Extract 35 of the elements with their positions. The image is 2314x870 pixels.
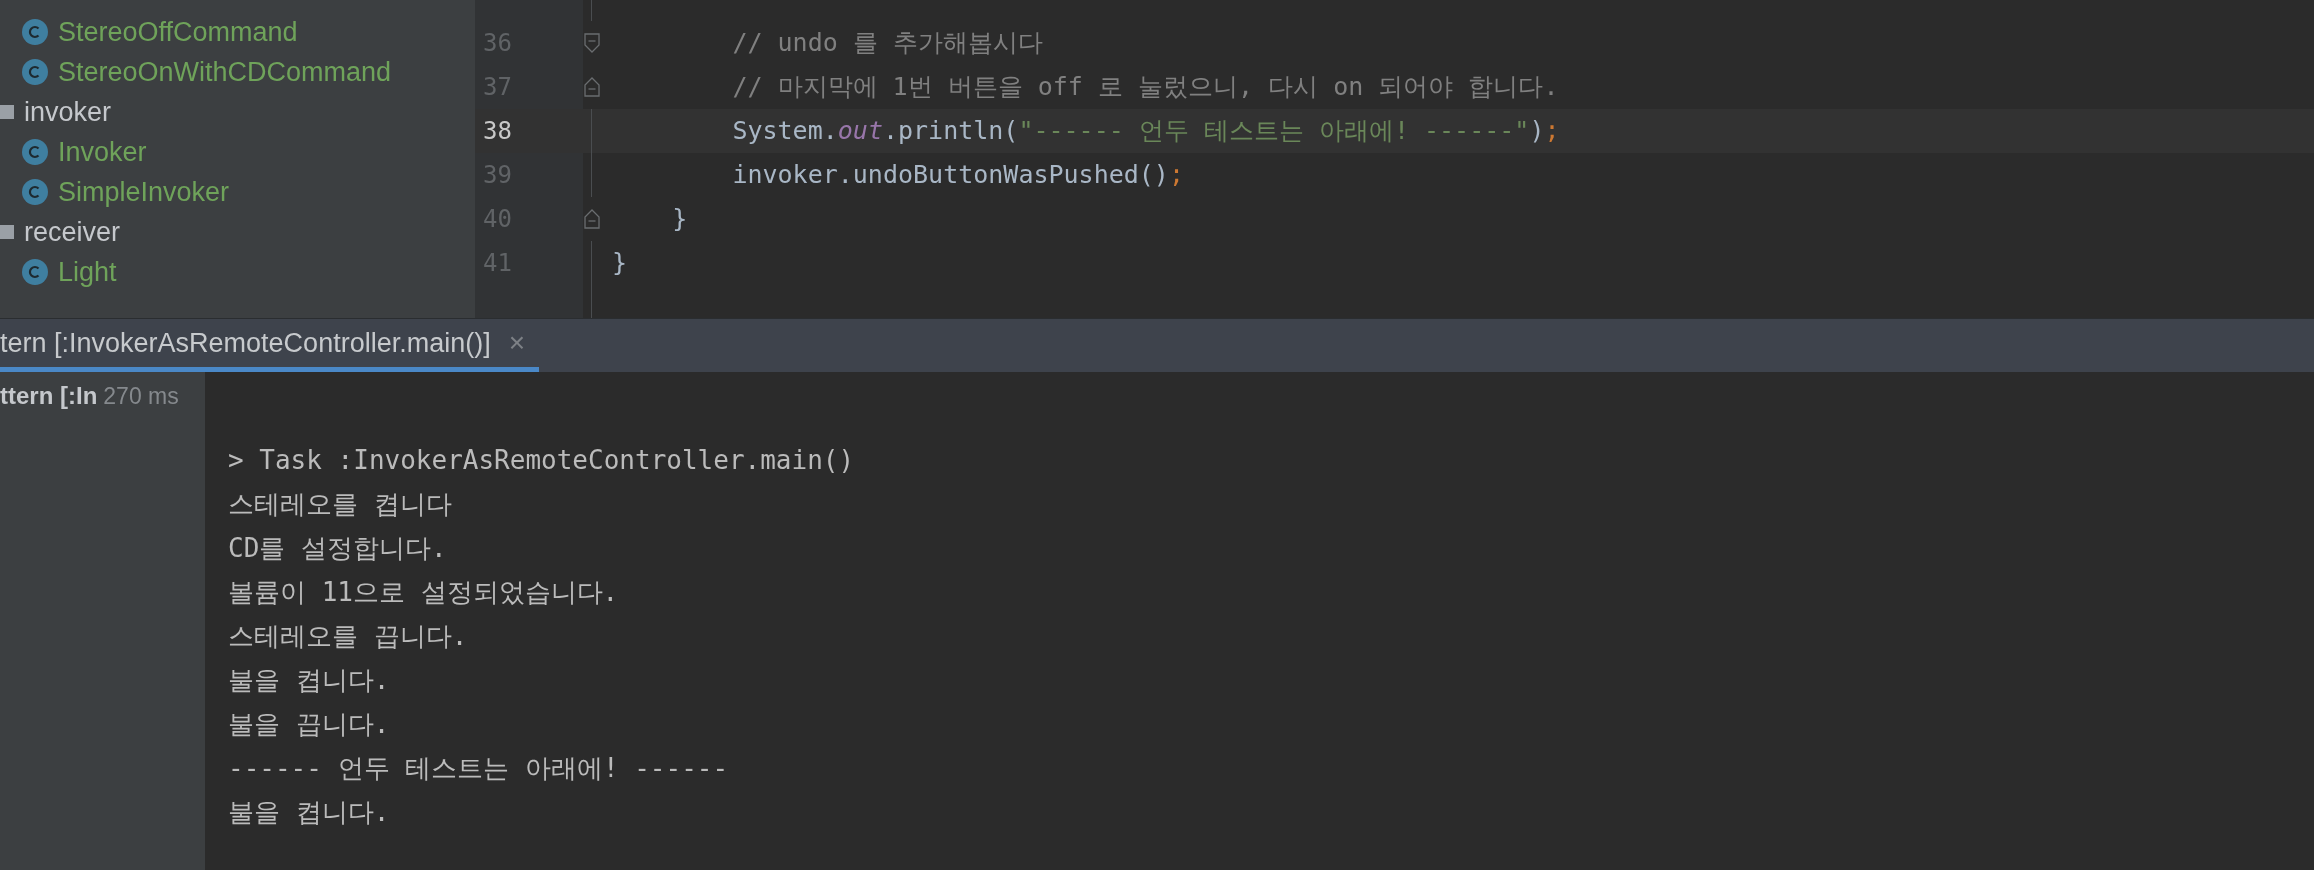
console-line: 스테레오를 끕니다. [228, 619, 468, 653]
run-tree-item[interactable]: ttern [:In 270 ms [0, 378, 205, 414]
line-number: 38 [483, 116, 512, 147]
class-icon [22, 179, 48, 205]
tree-item[interactable]: receiver [24, 211, 121, 253]
close-icon[interactable]: × [508, 322, 526, 364]
code-line: System.out.println("------ 언두 테스트는 아래에! ------"); [731, 115, 1560, 148]
tree-item[interactable]: StereoOffCommand [58, 11, 298, 53]
code-line: } [612, 247, 628, 280]
folder-icon [0, 225, 14, 239]
console-line: 스테레오를 켭니다 [228, 487, 452, 521]
tree-item[interactable]: Light [58, 251, 117, 293]
class-icon [22, 259, 48, 285]
code-line: // undo 를 추가해봅시다 [731, 27, 1043, 60]
tree-item[interactable]: StereoOnWithCDCommand [58, 51, 392, 93]
console-line: > Task :InvokerAsRemoteController.main() [228, 443, 855, 477]
console-line: 볼륨이 11으로 설정되었습니다. [228, 575, 619, 609]
console-line: 불을 켭니다. [228, 795, 390, 829]
fold-marker-icon[interactable] [583, 77, 600, 97]
class-icon [22, 139, 48, 165]
console-line: CD를 설정합니다. [228, 531, 447, 565]
folder-icon [0, 105, 14, 119]
tree-item[interactable]: invoker [24, 91, 112, 133]
code-line: } [671, 203, 688, 236]
console-line: ------ 언두 테스트는 아래에! ------ [228, 751, 729, 785]
fold-marker-icon[interactable] [583, 209, 600, 229]
console-line: 불을 켭니다. [228, 663, 390, 697]
fold-marker-icon[interactable] [583, 33, 600, 53]
console-line: 불을 끕니다. [228, 707, 390, 741]
class-icon [22, 59, 48, 85]
class-icon [22, 19, 48, 45]
code-line: invoker.undoButtonWasPushed(); [731, 159, 1184, 192]
tree-item[interactable]: SimpleInvoker [58, 171, 230, 213]
code-line: // 마지막에 1번 버튼을 off 로 눌렀으니, 다시 on 되어야 합니다. [731, 71, 1559, 104]
tree-item[interactable]: Invoker [58, 131, 147, 173]
